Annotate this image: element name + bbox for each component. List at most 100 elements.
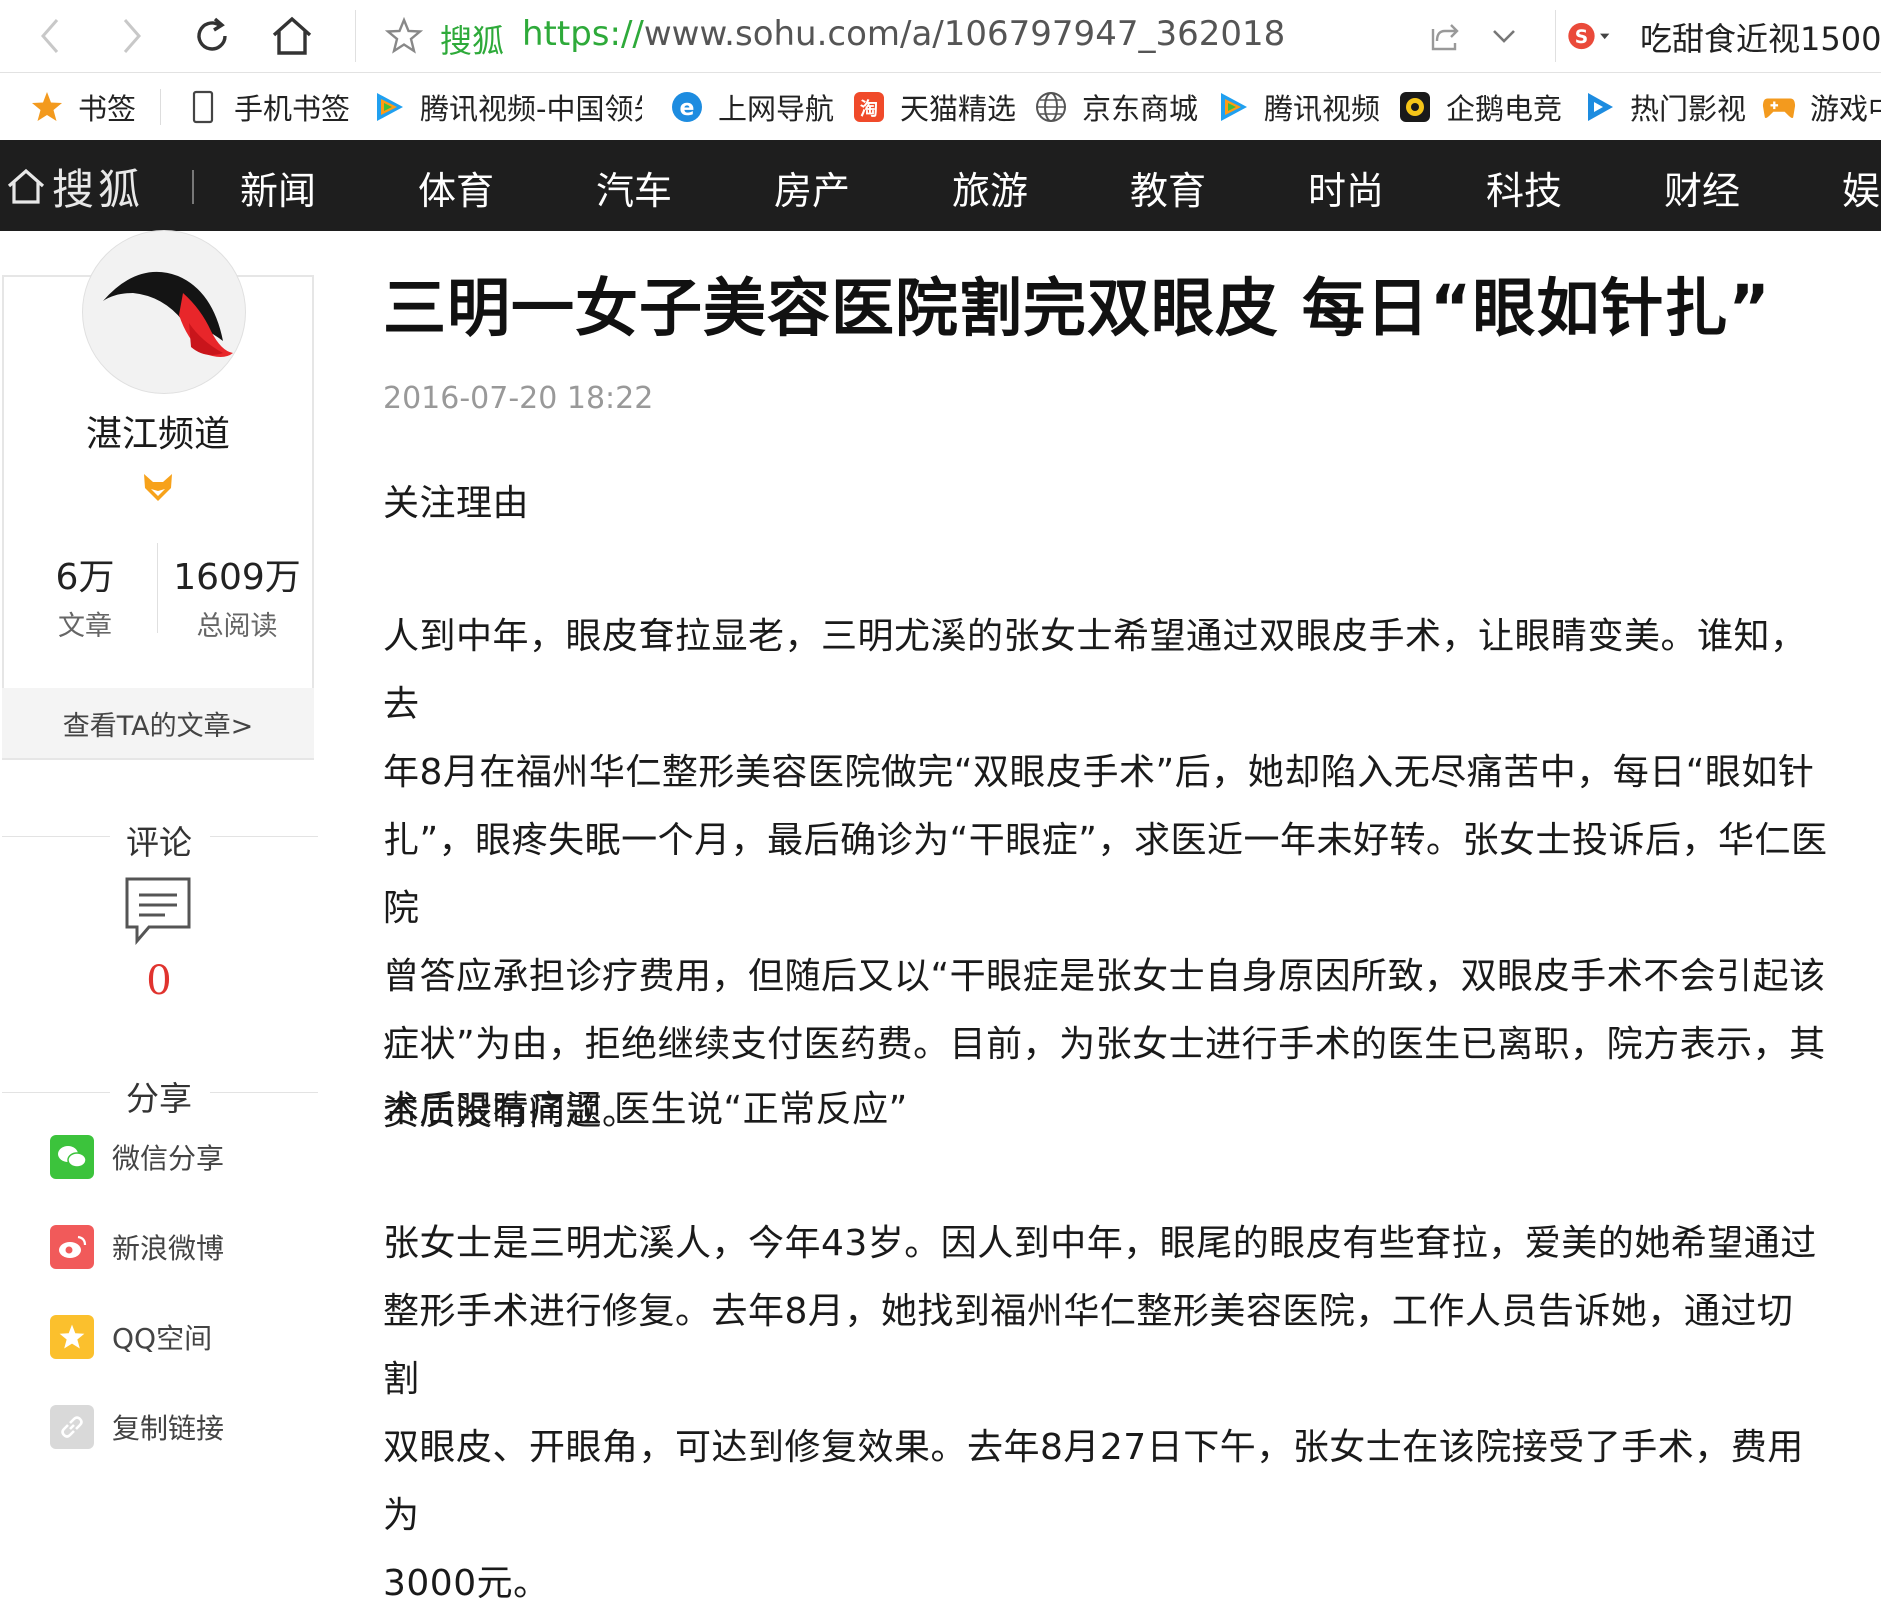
- bookmark-item[interactable]: 腾讯视频: [1216, 87, 1380, 127]
- article-subheading: 术后眼睛痛涩 医生说“正常反应”: [383, 1089, 908, 1130]
- chevron-right-icon: [123, 19, 141, 53]
- bookmark-item[interactable]: 京东商城: [1034, 87, 1198, 127]
- logo-text: 搜狐: [52, 164, 145, 214]
- url-path: www.sohu.com/a/106797947_362018: [643, 14, 1286, 54]
- home-button[interactable]: [268, 12, 316, 60]
- comments-title: 评论: [126, 823, 192, 862]
- url-protocol: https://: [522, 14, 644, 54]
- search-box[interactable]: 吃甜食近视1500度: [1640, 14, 1881, 60]
- nav-item[interactable]: 新闻: [240, 160, 316, 215]
- bookmark-label: 企鹅电竞: [1446, 92, 1563, 126]
- nav-item[interactable]: 娱: [1842, 160, 1880, 215]
- author-name[interactable]: 湛江频道: [0, 405, 316, 457]
- bookmark-label: 上网导航: [718, 92, 835, 126]
- bookmark-item[interactable]: 手机书签: [186, 87, 350, 127]
- sogou-search-icon: S: [1568, 22, 1610, 50]
- paragraph-line: 双眼皮、开眼角，可达到修复效果。去年8月27日下午，张女士在该院接受了手术，费用…: [383, 1427, 1804, 1536]
- nav-item[interactable]: 房产: [774, 160, 850, 215]
- reads-label: 总阅读: [196, 611, 278, 642]
- chevron-down-icon: [1493, 30, 1515, 43]
- bookmark-item[interactable]: 书签: [30, 87, 136, 127]
- stat-divider: [157, 543, 158, 633]
- nav-item[interactable]: 旅游: [952, 160, 1028, 215]
- bookmarks-bar: 书签 手机书签 腾讯视频-中国领先 e 上网导航 淘 天猫精选 京东商城 腾讯视…: [0, 73, 1881, 142]
- bookmark-item[interactable]: e 上网导航: [670, 87, 834, 127]
- nav-item[interactable]: 财经: [1664, 160, 1740, 215]
- view-articles-link[interactable]: 查看TA的文章>: [2, 688, 314, 758]
- address-dropdown-button[interactable]: [1480, 12, 1528, 60]
- chevron-left-icon: [41, 19, 59, 53]
- bookmark-label: 腾讯视频: [1264, 92, 1381, 126]
- nav-divider: [192, 170, 194, 204]
- articles-label: 文章: [58, 611, 112, 642]
- comment-count[interactable]: 0: [0, 958, 318, 1004]
- globe-icon: [1034, 90, 1068, 124]
- bookmark-label: 手机书签: [234, 92, 351, 126]
- paragraph-line: 扎”，眼疼失眠一个月，最后确诊为“干眼症”，求医近一年未好转。张女士投诉后，华仁…: [383, 820, 1828, 929]
- follow-reason: 关注理由: [383, 483, 530, 524]
- bookmark-label: 书签: [78, 92, 137, 126]
- star-icon: [30, 90, 64, 124]
- nav-item[interactable]: 汽车: [596, 160, 672, 215]
- comment-icon[interactable]: [123, 875, 193, 946]
- copy-link-button[interactable]: 复制链接: [50, 1404, 224, 1450]
- weibo-icon: [50, 1225, 94, 1269]
- author-avatar[interactable]: [82, 230, 246, 394]
- share-icon: [1431, 24, 1459, 51]
- svg-text:S: S: [1575, 27, 1588, 48]
- forward-button[interactable]: [108, 12, 156, 60]
- bookmark-label: 京东商城: [1082, 92, 1199, 126]
- bookmark-item[interactable]: 腾讯视频-中国领先: [372, 87, 642, 127]
- nav-item[interactable]: 教育: [1130, 160, 1206, 215]
- nav-item[interactable]: 体育: [418, 160, 494, 215]
- share-weibo-button[interactable]: 新浪微博: [50, 1224, 224, 1270]
- share-label: 微信分享: [112, 1142, 225, 1175]
- home-icon: [7, 168, 45, 204]
- bookmark-item[interactable]: 企鹅电竞: [1398, 87, 1562, 127]
- fox-badge-icon: [141, 470, 175, 504]
- sohu-logo[interactable]: 搜狐: [6, 158, 144, 214]
- paragraph-line: 张女士是三明尤溪人，今年43岁。因人到中年，眼尾的眼皮有些耷拉，爱美的她希望通过: [383, 1223, 1817, 1264]
- bookmark-item[interactable]: 游戏中: [1762, 87, 1881, 127]
- site-name-label: 搜狐: [440, 22, 505, 60]
- article-date: 2016-07-20 18:22: [383, 381, 654, 416]
- site-navigation: 搜狐 新闻 体育 汽车 房产 旅游 教育 时尚 科技 财经 娱: [0, 140, 1881, 231]
- svg-text:淘: 淘: [860, 98, 878, 120]
- tmall-icon: 淘: [852, 90, 886, 124]
- reads-count: 1609万: [173, 557, 301, 598]
- article-title: 三明一女子美容医院割完双眼皮 每日“眼如针扎”: [383, 272, 1771, 345]
- author-logo-icon: [103, 271, 233, 357]
- browser-toolbar: 搜狐 https://www.sohu.com/a/106797947_3620…: [0, 0, 1881, 73]
- svg-text:e: e: [680, 96, 695, 121]
- articles-count: 6万: [55, 557, 115, 598]
- bookmark-separator: [160, 89, 161, 125]
- bookmark-item[interactable]: 热门影视: [1582, 87, 1746, 127]
- favorite-button[interactable]: [380, 12, 428, 60]
- wechat-icon: [50, 1135, 94, 1179]
- ie-icon: e: [670, 90, 704, 124]
- back-button[interactable]: [26, 12, 74, 60]
- article-paragraph: 张女士是三明尤溪人，今年43岁。因人到中年，眼尾的眼皮有些耷拉，爱美的她希望通过…: [383, 1210, 1828, 1618]
- reload-icon: [197, 17, 227, 51]
- play-icon: [1582, 90, 1616, 124]
- search-engine-button[interactable]: S: [1566, 12, 1614, 60]
- articles-stat: 6万 文章: [40, 548, 130, 643]
- share-qzone-button[interactable]: QQ空间: [50, 1314, 212, 1360]
- paragraph-line: 3000元。: [383, 1563, 550, 1604]
- bookmark-label: 游戏中: [1810, 92, 1881, 126]
- home-icon: [272, 16, 312, 55]
- nav-item[interactable]: 科技: [1486, 160, 1562, 215]
- bookmark-item[interactable]: 淘 天猫精选: [852, 87, 1016, 127]
- paragraph-line: 人到中年，眼皮耷拉显老，三明尤溪的张女士希望通过双眼皮手术，让眼睛变美。谁知，去: [383, 616, 1807, 725]
- share-wechat-button[interactable]: 微信分享: [50, 1134, 224, 1180]
- phone-icon: [186, 90, 220, 124]
- address-bar[interactable]: https://www.sohu.com/a/106797947_362018: [522, 14, 1285, 54]
- bookmark-label: 热门影视: [1630, 92, 1747, 126]
- share-label: QQ空间: [112, 1322, 213, 1355]
- star-outline-icon: [385, 17, 423, 54]
- reads-stat: 1609万 总阅读: [172, 548, 302, 643]
- reload-button[interactable]: [188, 12, 236, 60]
- share-page-button[interactable]: [1420, 12, 1468, 60]
- paragraph-line: 症状”为由，拒绝继续支付医药费。目前，为张女士进行手术的医生已离职，院方表示，其: [383, 1024, 1826, 1065]
- nav-item[interactable]: 时尚: [1308, 160, 1384, 215]
